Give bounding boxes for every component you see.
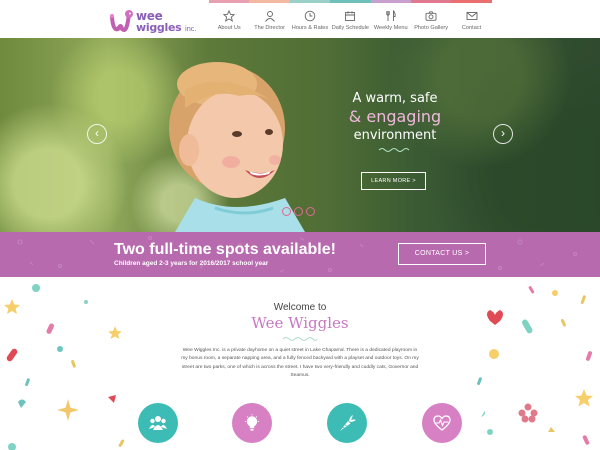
slider-next-button[interactable]: › bbox=[493, 124, 513, 144]
carrot-icon bbox=[340, 415, 356, 431]
hero-headline: A warm, safe & engaging environment bbox=[330, 90, 460, 152]
welcome-title: Wee Wiggles bbox=[251, 314, 349, 332]
banner-title: Two full-time spots available! bbox=[114, 241, 336, 258]
squiggle-divider-icon bbox=[282, 337, 318, 341]
feature-group-button[interactable] bbox=[138, 403, 178, 443]
nav-about-us[interactable]: About Us bbox=[209, 0, 250, 38]
nav-label: Contact bbox=[461, 25, 482, 31]
logo-wiggles-text: wiggles inc. bbox=[136, 21, 196, 34]
nav-photo-gallery[interactable]: Photo Gallery bbox=[410, 0, 452, 38]
slider-prev-button[interactable]: ‹ bbox=[87, 124, 107, 144]
nav-daily-schedule[interactable]: Daily Schedule bbox=[330, 0, 371, 38]
envelope-icon bbox=[466, 12, 477, 20]
availability-banner: Two full-time spots available! Children … bbox=[0, 232, 600, 277]
group-icon bbox=[149, 416, 167, 430]
banner-subtitle: Children aged 2-3 years for 2016/2017 sc… bbox=[114, 260, 269, 267]
main-nav: About Us The Director Hours & Rates Dail… bbox=[209, 0, 492, 38]
nav-the-director-bar bbox=[249, 0, 290, 3]
calendar-icon bbox=[345, 11, 356, 21]
utensils-icon bbox=[386, 10, 396, 21]
nav-weekly-menu-bar bbox=[370, 0, 411, 3]
slider-dot-2[interactable] bbox=[294, 207, 303, 216]
page: wee wiggles inc. About Us The Director H… bbox=[0, 0, 600, 450]
worm-logo-icon bbox=[110, 10, 133, 32]
star-icon bbox=[223, 10, 236, 22]
learn-more-button[interactable]: LEARN MORE > bbox=[361, 172, 426, 190]
nav-weekly-menu[interactable]: Weekly Menu bbox=[370, 0, 411, 38]
site-header: wee wiggles inc. About Us The Director H… bbox=[0, 0, 600, 38]
hero-line-3: environment bbox=[353, 128, 437, 143]
lightbulb-icon bbox=[245, 414, 259, 431]
logo[interactable]: wee wiggles inc. bbox=[106, 8, 196, 36]
hero-slider: ‹ › A warm, safe & engaging environment … bbox=[0, 38, 600, 232]
nav-the-director[interactable]: The Director bbox=[249, 0, 290, 38]
heart-pulse-icon bbox=[433, 415, 451, 431]
person-icon bbox=[264, 11, 275, 22]
nav-photo-gallery-bar bbox=[410, 0, 452, 3]
feature-carrot-button[interactable] bbox=[327, 403, 367, 443]
nav-daily-schedule-bar bbox=[330, 0, 371, 3]
logo-wiggles-word: wiggles bbox=[136, 21, 182, 34]
welcome-intro: Welcome to bbox=[273, 302, 327, 313]
nav-contact-bar bbox=[451, 0, 492, 3]
clock-icon bbox=[304, 10, 316, 22]
nav-hours-rates-bar bbox=[289, 0, 331, 3]
nav-about-us-bar bbox=[209, 0, 250, 3]
hero-child-photo bbox=[169, 62, 305, 232]
welcome-section: Welcome to Wee Wiggles Wee Wiggles Inc. … bbox=[0, 277, 600, 450]
slider-dot-3[interactable] bbox=[306, 207, 315, 216]
hero-line-2: & engaging bbox=[348, 107, 442, 126]
hero-line-1: A warm, safe bbox=[352, 91, 438, 106]
nav-hours-rates[interactable]: Hours & Rates bbox=[289, 0, 331, 38]
nav-contact[interactable]: Contact bbox=[451, 0, 492, 38]
slider-dots bbox=[282, 207, 315, 216]
feature-lightbulb-button[interactable] bbox=[232, 403, 272, 443]
contact-us-button[interactable]: CONTACT US > bbox=[398, 243, 486, 265]
welcome-description: Wee Wiggles Inc. is a private dayhome on… bbox=[181, 348, 419, 379]
logo-inc-text: inc. bbox=[184, 25, 197, 33]
slider-dot-1[interactable] bbox=[282, 207, 291, 216]
squiggle-divider-icon bbox=[378, 148, 410, 152]
feature-heart-button[interactable] bbox=[422, 403, 462, 443]
camera-icon bbox=[425, 11, 437, 21]
